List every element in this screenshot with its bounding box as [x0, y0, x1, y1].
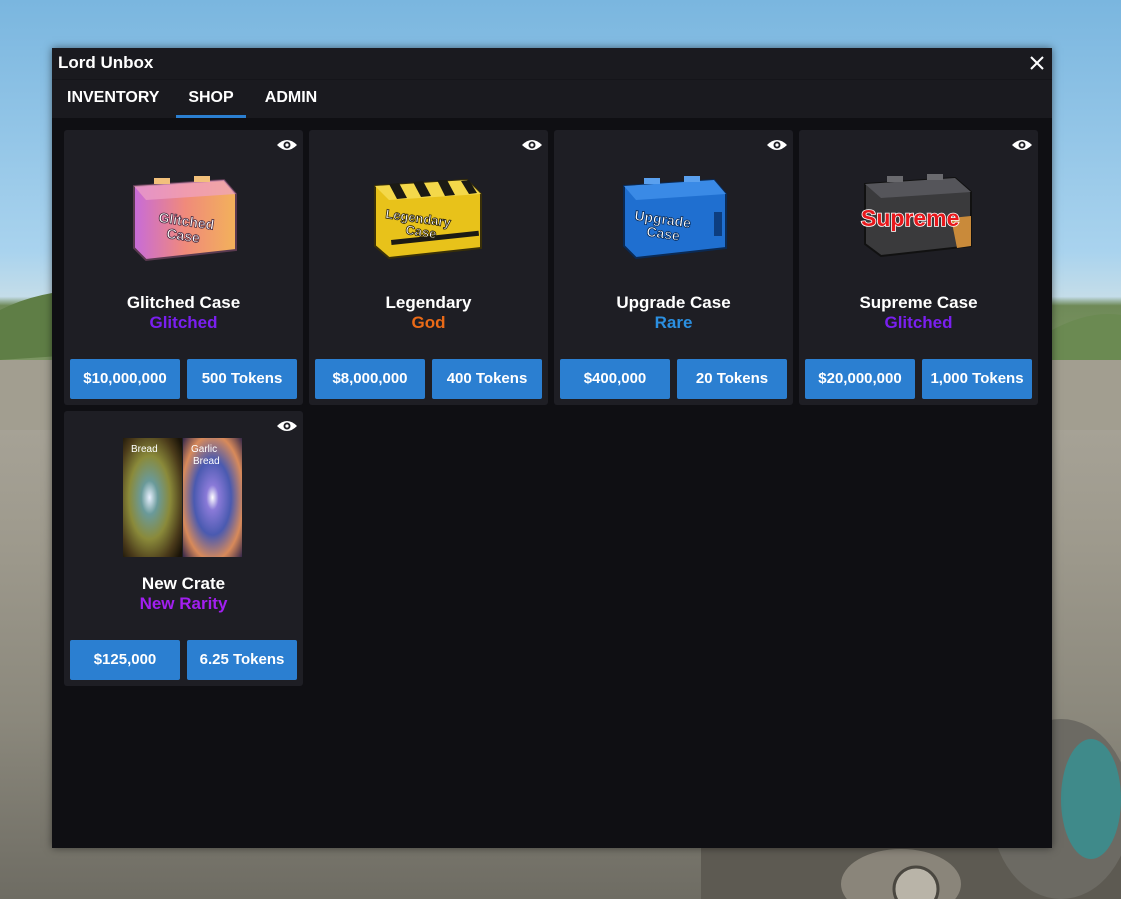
- case-name: Supreme Case: [859, 293, 978, 312]
- case-name: New Crate: [141, 574, 226, 593]
- case-name: Legendary: [385, 293, 472, 312]
- case-name: Upgrade Case: [616, 293, 731, 312]
- upgrade-case-icon: Upgrade Case: [623, 176, 727, 260]
- case-rarity: Glitched: [884, 313, 953, 332]
- lord-unbox-window: Lord Unbox INVENTORY SHOP ADMIN Glitched…: [52, 48, 1052, 848]
- buy-money-button[interactable]: $20,000,000: [805, 359, 915, 399]
- buy-tokens-button[interactable]: 20 Tokens: [677, 359, 787, 399]
- svg-text:Bread: Bread: [131, 444, 158, 455]
- case-card-supreme[interactable]: Supreme Supreme Case Glitched $20,000,00…: [799, 130, 1038, 405]
- buy-money-button[interactable]: $400,000: [560, 359, 670, 399]
- supreme-case-icon: Supreme: [860, 174, 972, 258]
- case-rarity: Rare: [654, 313, 693, 332]
- case-card-upgrade[interactable]: Upgrade Case Upgrade Case Rare $400,000 …: [554, 130, 793, 405]
- buy-money-button[interactable]: $10,000,000: [70, 359, 180, 399]
- eye-icon[interactable]: [1011, 138, 1033, 152]
- tab-inventory[interactable]: INVENTORY: [67, 80, 159, 115]
- glitched-case-icon: Glitched Case: [133, 176, 237, 262]
- title-bar: Lord Unbox: [52, 48, 1052, 79]
- bread-crate-icon: Bread Garlic Bread: [123, 438, 242, 557]
- tab-admin[interactable]: ADMIN: [262, 80, 320, 115]
- buy-tokens-button[interactable]: 500 Tokens: [187, 359, 297, 399]
- svg-text:Bread: Bread: [193, 456, 220, 467]
- window-title: Lord Unbox: [58, 53, 154, 72]
- buy-money-button[interactable]: $125,000: [70, 640, 180, 680]
- eye-icon[interactable]: [276, 419, 298, 433]
- legendary-case-icon: Legendary Case: [374, 178, 482, 260]
- case-card-legendary[interactable]: Legendary Case Legendary God $8,000,000 …: [309, 130, 548, 405]
- close-icon[interactable]: [1026, 52, 1048, 74]
- svg-text:Supreme: Supreme: [861, 205, 959, 231]
- tab-shop[interactable]: SHOP: [176, 80, 246, 118]
- svg-text:Garlic: Garlic: [191, 444, 217, 455]
- buy-tokens-button[interactable]: 1,000 Tokens: [922, 359, 1032, 399]
- case-rarity: New Rarity: [139, 594, 228, 613]
- case-rarity: Glitched: [149, 313, 218, 332]
- case-rarity: God: [411, 313, 446, 332]
- eye-icon[interactable]: [766, 138, 788, 152]
- case-card-glitched[interactable]: Glitched Case Glitched Case Glitched $10…: [64, 130, 303, 405]
- case-grid: Glitched Case Glitched Case Glitched $10…: [64, 130, 1040, 830]
- eye-icon[interactable]: [521, 138, 543, 152]
- buy-tokens-button[interactable]: 400 Tokens: [432, 359, 542, 399]
- buy-tokens-button[interactable]: 6.25 Tokens: [187, 640, 297, 680]
- eye-icon[interactable]: [276, 138, 298, 152]
- buy-money-button[interactable]: $8,000,000: [315, 359, 425, 399]
- case-card-new-crate[interactable]: Bread Garlic Bread New Crate New Rarity …: [64, 411, 303, 686]
- case-name: Glitched Case: [126, 293, 241, 312]
- tab-bar: INVENTORY SHOP ADMIN: [52, 79, 1052, 118]
